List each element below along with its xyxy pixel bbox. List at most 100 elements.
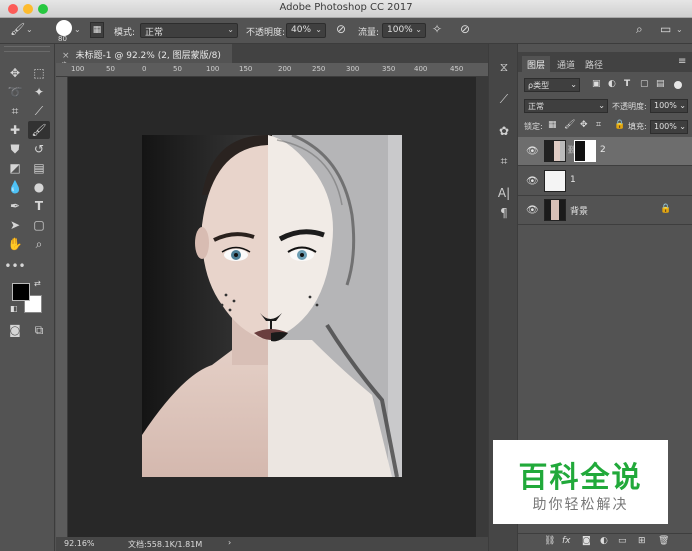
pen-tool-icon[interactable]: ✒	[4, 197, 26, 215]
lock-pixels-icon[interactable]: 🖌	[564, 120, 575, 130]
zoom-level[interactable]: 92.16%	[64, 539, 95, 548]
screen-mode-icon[interactable]: ⧉	[28, 321, 50, 339]
layer-thumbnail[interactable]	[544, 140, 566, 162]
quick-mask-icon[interactable]: ◙	[4, 321, 26, 339]
layer-thumbnail[interactable]	[544, 170, 566, 192]
visibility-eye-icon[interactable]: 👁	[526, 205, 539, 216]
tool-presets-panel-icon[interactable]: ✿	[495, 122, 513, 140]
crop-tool-icon[interactable]: ⌗	[4, 102, 26, 120]
link-layers-icon[interactable]: ⛓	[544, 536, 555, 546]
filter-pixel-icon[interactable]: ▣	[592, 79, 601, 89]
layer-row[interactable]: 👁 1	[518, 167, 692, 196]
document-tab[interactable]: ×未标题-1 @ 92.2% (2, 图层蒙版/8) *	[56, 44, 232, 71]
ruler-label: 100	[206, 65, 220, 73]
move-tool-icon[interactable]: ✥	[4, 64, 26, 82]
brush-size-value: 80	[58, 35, 67, 43]
dodge-tool-icon[interactable]: ●	[28, 178, 50, 196]
lock-all-icon[interactable]: 🔒	[614, 120, 625, 130]
history-panel-icon[interactable]: ⧖	[495, 58, 513, 76]
search-icon[interactable]: ⌕	[636, 22, 643, 37]
chevron-down-icon: ⌄	[315, 25, 322, 34]
pressure-size-icon[interactable]: ⊘	[460, 22, 470, 36]
app-title: Adobe Photoshop CC 2017	[279, 2, 413, 13]
history-brush-tool-icon[interactable]: ↺	[28, 140, 50, 158]
zoom-tool-icon[interactable]: ⌕	[28, 235, 50, 253]
layer-row[interactable]: 👁 ⛓ 2	[518, 137, 692, 166]
new-layer-icon[interactable]: ⊞	[638, 536, 646, 546]
opacity-field[interactable]: 40% ⌄	[286, 23, 326, 38]
lock-artboard-icon[interactable]: ⌗	[596, 120, 601, 130]
blend-mode-select[interactable]: 正常 ⌄	[524, 99, 608, 113]
magic-wand-tool-icon[interactable]: ✦	[28, 83, 50, 101]
layer-opacity-field[interactable]: 100% ⌄	[650, 99, 688, 113]
vertical-scrollbar[interactable]	[476, 77, 488, 537]
filter-smart-object-icon[interactable]: ▤	[656, 79, 665, 89]
brush-preset-icon[interactable]: 🖌	[10, 22, 25, 36]
swap-colors-icon[interactable]: ⇄	[34, 279, 41, 288]
eyedropper-tool-icon[interactable]: ⟋	[28, 102, 50, 120]
chevron-down-icon[interactable]: ⌄	[676, 25, 683, 34]
panel-menu-icon[interactable]: ≡	[678, 56, 686, 67]
document-canvas[interactable]	[142, 135, 402, 477]
mode-select[interactable]: 正常 ⌄	[140, 23, 238, 38]
workspace-icon[interactable]: ▭	[660, 22, 671, 36]
visibility-eye-icon[interactable]: 👁	[526, 176, 539, 187]
brush-tool-icon[interactable]: 🖌	[28, 121, 50, 139]
layer-name[interactable]: 1	[570, 175, 576, 185]
lock-transparent-icon[interactable]: ▦	[548, 120, 557, 130]
crop-panel-icon[interactable]: ⌗	[495, 152, 513, 170]
visibility-eye-icon[interactable]: 👁	[526, 146, 539, 157]
gradient-tool-icon[interactable]: ▤	[28, 159, 50, 177]
paragraph-panel-icon[interactable]: ¶	[495, 204, 513, 222]
ruler-label: 450	[450, 65, 464, 73]
character-panel-icon[interactable]: A|	[495, 184, 513, 202]
tab-paths[interactable]: 路径	[580, 56, 608, 73]
flow-field[interactable]: 100% ⌄	[382, 23, 426, 38]
chevron-down-icon[interactable]: ⌄	[26, 25, 33, 34]
brush-size-picker[interactable]	[56, 20, 72, 36]
new-group-icon[interactable]: ▭	[618, 536, 627, 546]
pressure-opacity-icon[interactable]: ⊘	[336, 22, 346, 36]
layer-style-icon[interactable]: fx	[562, 536, 571, 546]
close-icon[interactable]: ×	[62, 51, 70, 61]
delete-layer-icon[interactable]: 🗑	[658, 536, 669, 546]
layer-mask-thumbnail[interactable]	[574, 140, 596, 162]
adjustment-layer-icon[interactable]: ◐	[600, 536, 608, 546]
horizontal-ruler[interactable]: 100 50 0 50 100 150 200 250 300 350 400 …	[56, 63, 488, 77]
layer-thumbnail[interactable]	[544, 199, 566, 221]
lock-position-icon[interactable]: ✥	[580, 120, 588, 130]
chevron-down-icon[interactable]: ⌄	[74, 25, 81, 34]
fill-field[interactable]: 100% ⌄	[650, 120, 688, 134]
add-mask-icon[interactable]: ◙	[582, 536, 591, 546]
toolbar-grip[interactable]	[4, 46, 50, 52]
healing-brush-tool-icon[interactable]: ✚	[4, 121, 26, 139]
filter-toggle[interactable]	[674, 81, 682, 89]
marquee-tool-icon[interactable]: ⬚	[28, 64, 50, 82]
filter-shape-icon[interactable]: ▢	[640, 79, 649, 89]
brush-panel-toggle-icon[interactable]: ▦	[90, 22, 104, 38]
hand-tool-icon[interactable]: ✋	[4, 235, 26, 253]
layer-name[interactable]: 2	[600, 145, 606, 155]
eraser-tool-icon[interactable]: ◩	[4, 159, 26, 177]
type-tool-icon[interactable]: T	[28, 197, 50, 215]
clone-stamp-tool-icon[interactable]: ⛊	[4, 140, 26, 158]
kind-filter-select[interactable]: ρ类型 ⌄	[524, 78, 580, 92]
vertical-ruler[interactable]	[56, 77, 68, 537]
tab-layers[interactable]: 图层	[522, 56, 551, 73]
blur-tool-icon[interactable]: 💧	[4, 178, 26, 196]
shape-tool-icon[interactable]: ▢	[28, 216, 50, 234]
canvas-area[interactable]	[68, 77, 476, 537]
layer-row[interactable]: 👁 背景 🔒	[518, 196, 692, 225]
airbrush-icon[interactable]: ✧	[432, 22, 442, 36]
path-selection-tool-icon[interactable]: ➤	[4, 216, 26, 234]
filter-adjustment-icon[interactable]: ◐	[608, 79, 616, 89]
tab-channels[interactable]: 通道	[552, 56, 580, 73]
chevron-right-icon[interactable]: ›	[228, 538, 231, 547]
filter-type-icon[interactable]: T	[624, 79, 630, 89]
lasso-tool-icon[interactable]: ➰	[4, 83, 26, 101]
layer-name[interactable]: 背景	[570, 204, 588, 217]
default-colors-icon[interactable]: ◧	[10, 304, 18, 313]
foreground-color-swatch[interactable]	[12, 283, 30, 301]
adjustments-panel-icon[interactable]: ⟋	[495, 90, 513, 108]
more-tools-icon[interactable]: •••	[4, 257, 26, 275]
